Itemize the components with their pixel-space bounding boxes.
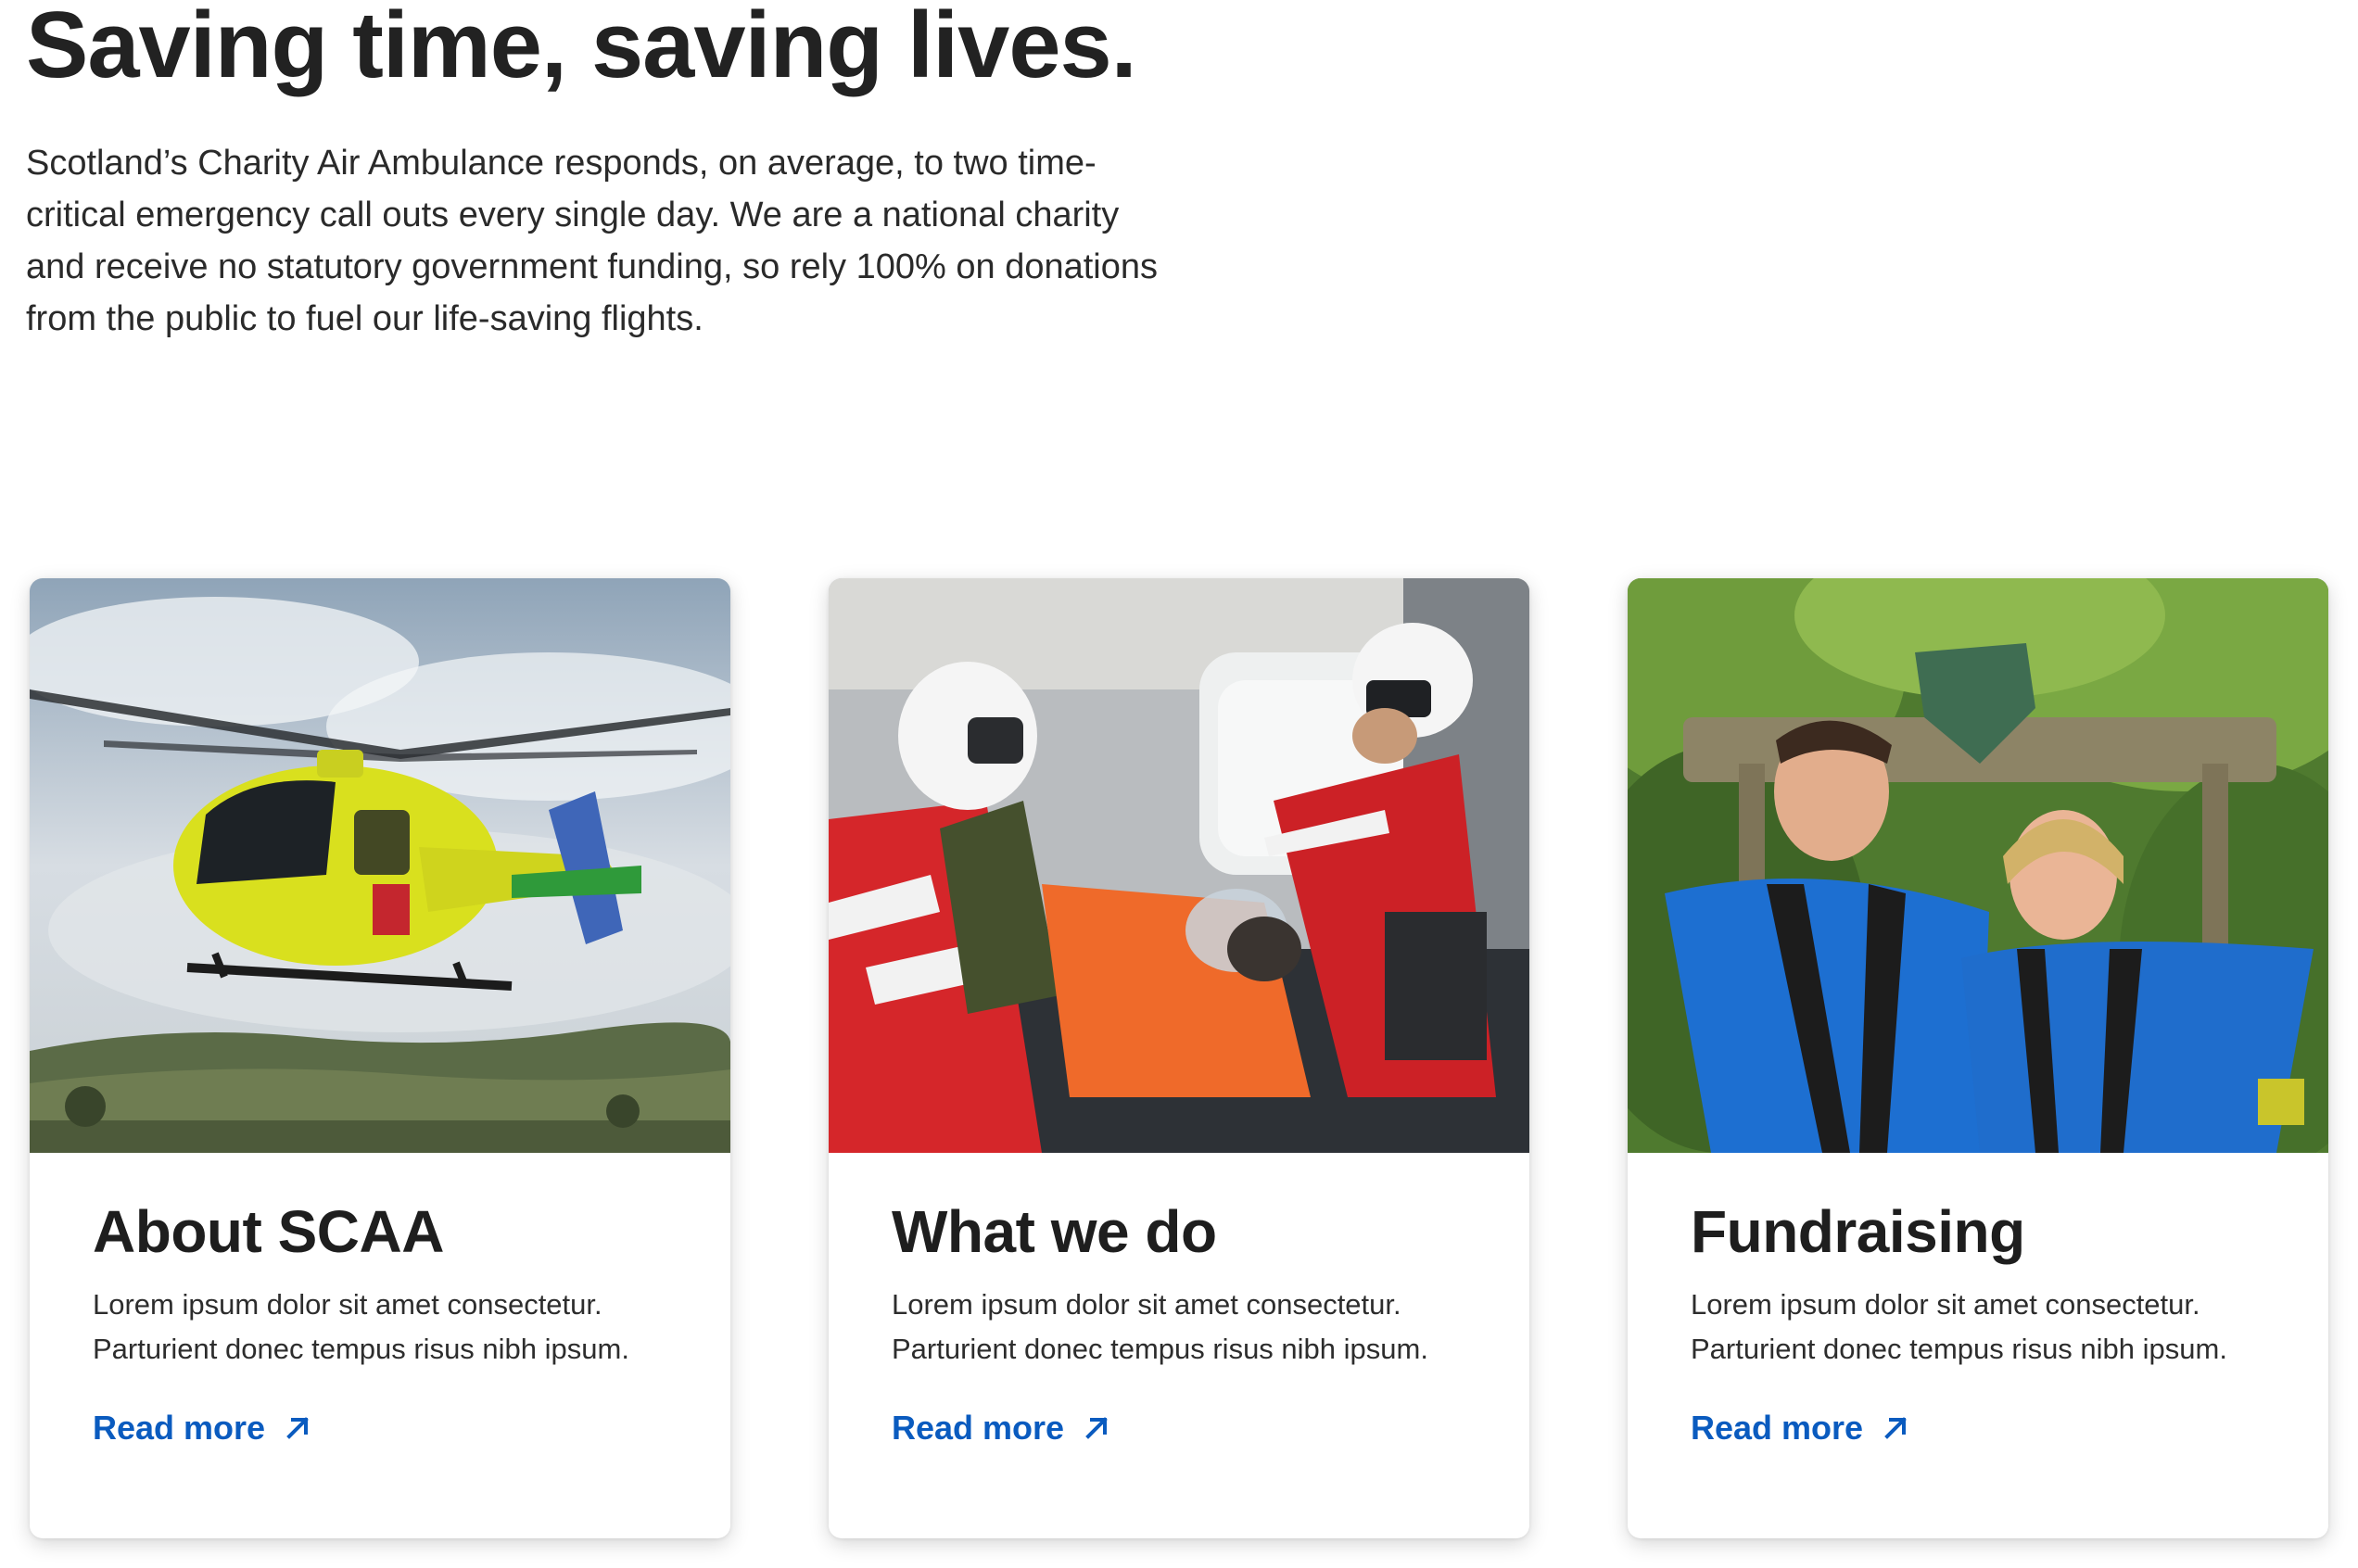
page-title: Saving time, saving lives. (26, 0, 1137, 97)
paramedics-photo (829, 578, 1529, 1153)
card-fundraising[interactable]: Fundraising Lorem ipsum dolor sit amet c… (1628, 578, 2328, 1538)
arrow-up-right-icon (1085, 1417, 1108, 1440)
read-more-link[interactable]: Read more (1691, 1409, 1909, 1448)
card-description: Lorem ipsum dolor sit amet consectetur. … (93, 1288, 629, 1366)
read-more-label: Read more (892, 1409, 1065, 1448)
read-more-link[interactable]: Read more (93, 1409, 311, 1448)
card-body: About SCAA Lorem ipsum dolor sit amet co… (93, 1199, 693, 1448)
card-title: Fundraising (1691, 1198, 2025, 1265)
card-grid: About SCAA Lorem ipsum dolor sit amet co… (30, 578, 2328, 1538)
card-about-scaa[interactable]: About SCAA Lorem ipsum dolor sit amet co… (30, 578, 730, 1538)
card-title: What we do (892, 1198, 1217, 1265)
card-what-we-do[interactable]: What we do Lorem ipsum dolor sit amet co… (829, 578, 1529, 1538)
card-body: Fundraising Lorem ipsum dolor sit amet c… (1691, 1199, 2291, 1448)
arrow-up-right-icon (286, 1417, 309, 1440)
card-description: Lorem ipsum dolor sit amet consectetur. … (1691, 1288, 2227, 1366)
card-body: What we do Lorem ipsum dolor sit amet co… (892, 1199, 1492, 1448)
page: Saving time, saving lives. Scotland’s Ch… (0, 0, 2358, 1568)
card-description: Lorem ipsum dolor sit amet consectetur. … (892, 1288, 1428, 1366)
fundraisers-photo (1628, 578, 2328, 1153)
read-more-label: Read more (1691, 1409, 1864, 1448)
helicopter-photo (30, 578, 730, 1153)
hero-description: Scotland’s Charity Air Ambulance respond… (26, 144, 1158, 338)
read-more-label: Read more (93, 1409, 266, 1448)
read-more-link[interactable]: Read more (892, 1409, 1110, 1448)
card-title: About SCAA (93, 1198, 444, 1265)
arrow-up-right-icon (1884, 1417, 1907, 1440)
